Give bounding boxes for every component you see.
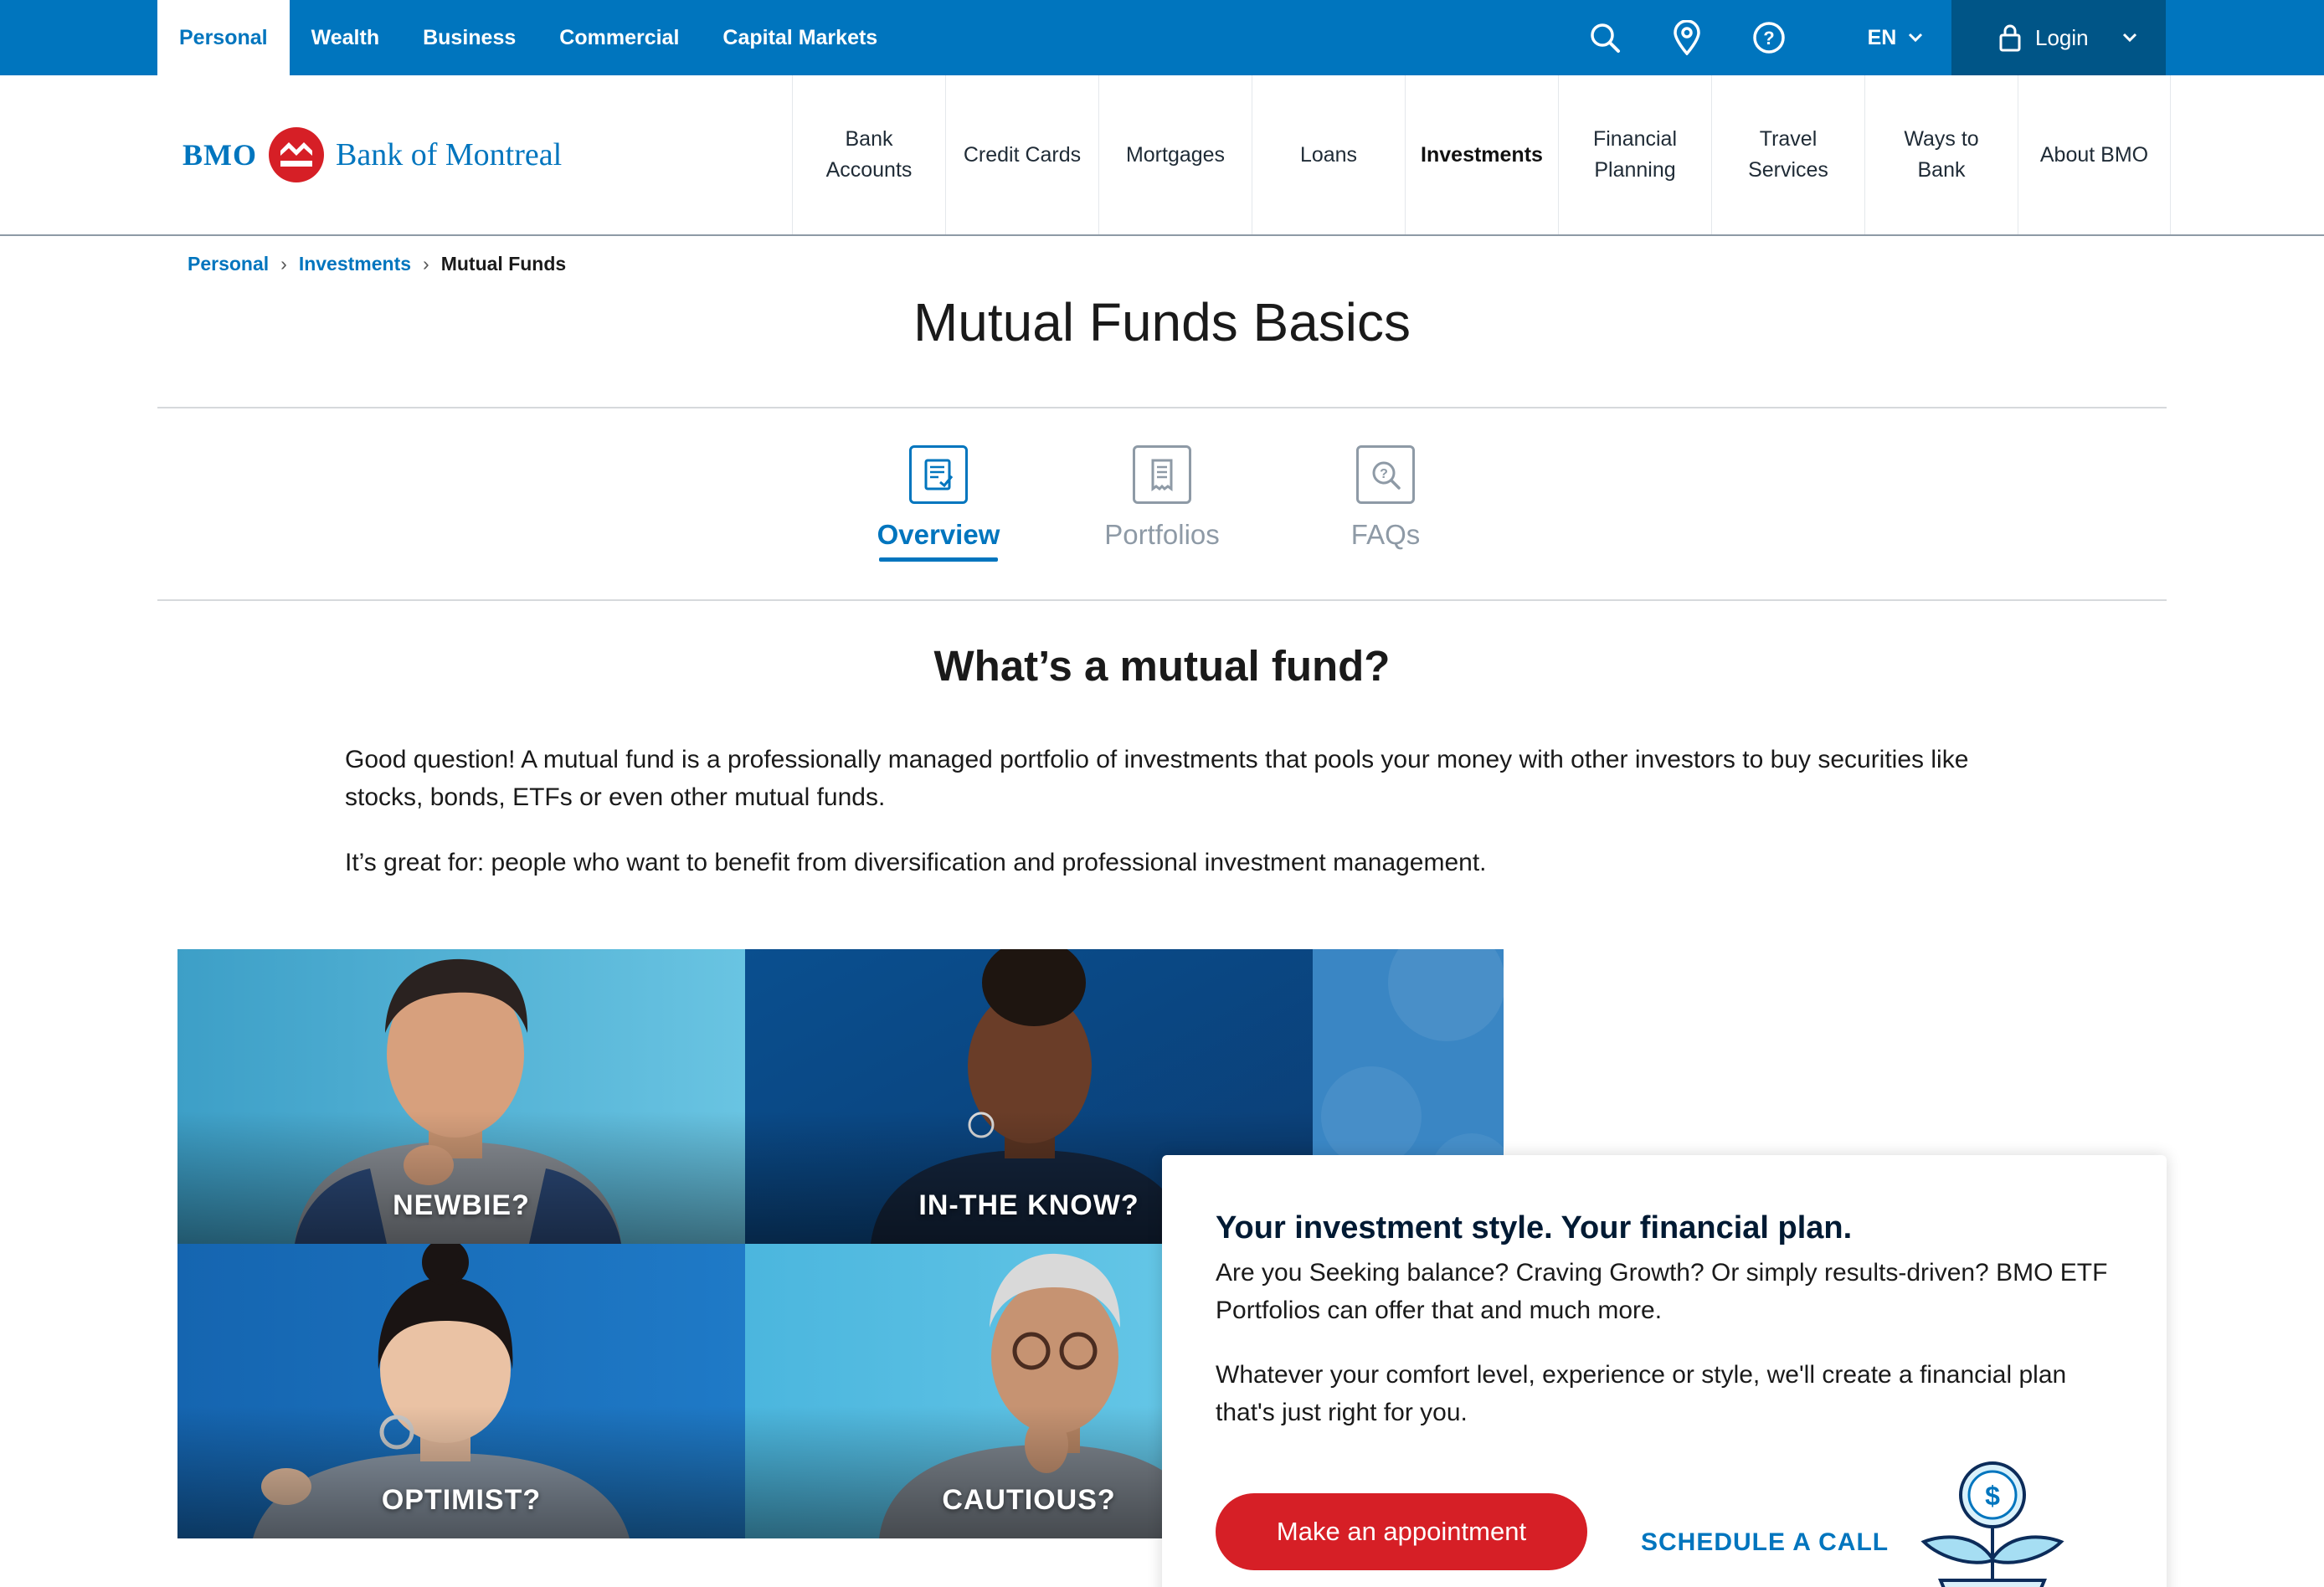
- nav-item-loans[interactable]: Loans: [1252, 75, 1405, 234]
- tab-label: FAQs: [1350, 519, 1421, 550]
- breadcrumb-link-investments[interactable]: Investments: [299, 253, 411, 275]
- divider: [157, 407, 2167, 408]
- make-appointment-button[interactable]: Make an appointment: [1216, 1493, 1587, 1570]
- segment-tab-personal[interactable]: Personal: [157, 0, 290, 75]
- segment-tab-business[interactable]: Business: [401, 0, 537, 75]
- logo-bank-name: Bank of Montreal: [336, 137, 563, 172]
- lock-icon: [1999, 24, 2021, 52]
- section-heading: What’s a mutual fund?: [933, 642, 1391, 690]
- chevron-right-icon: ›: [280, 252, 287, 275]
- segment-tab-wealth[interactable]: Wealth: [290, 0, 402, 75]
- product-nav: Bank Accounts Credit Cards Mortgages Loa…: [792, 75, 2171, 234]
- breadcrumb-current: Mutual Funds: [440, 252, 567, 275]
- bmo-logo[interactable]: BMO Bank of Montreal: [183, 126, 562, 184]
- tab-portfolios[interactable]: Portfolios: [1070, 445, 1254, 551]
- login-button[interactable]: Login: [1951, 0, 2166, 75]
- location-pin-icon[interactable]: [1666, 0, 1708, 75]
- breadcrumb: Personal › Investments › Mutual Funds: [188, 251, 566, 276]
- chevron-right-icon: ›: [423, 252, 429, 275]
- promo-title: Your investment style. Your financial pl…: [1216, 1210, 1853, 1245]
- nav-item-mortgages[interactable]: Mortgages: [1098, 75, 1252, 234]
- promo-paragraph: Are you Seeking balance? Craving Growth?…: [1216, 1259, 2108, 1324]
- svg-text:?: ?: [1380, 467, 1388, 481]
- segment-nav: Personal Wealth Business Commercial Capi…: [157, 0, 899, 75]
- help-icon[interactable]: ?: [1748, 0, 1790, 75]
- logo-wordmark: BMO: [183, 138, 257, 172]
- document-check-icon: [909, 445, 968, 504]
- chevron-down-icon: [2122, 33, 2136, 43]
- persona-tile-optimist: OPTIMIST?: [177, 1244, 745, 1538]
- tab-label: Overview: [877, 519, 1000, 550]
- tab-faqs[interactable]: ? FAQs: [1293, 445, 1478, 551]
- persona-caption: NEWBIE?: [393, 1189, 530, 1221]
- svg-text:$: $: [1985, 1481, 2000, 1511]
- intro-paragraph: Good question! A mutual fund is a profes…: [345, 746, 1969, 811]
- question-search-icon: ?: [1356, 445, 1415, 504]
- nav-item-financial-planning[interactable]: Financial Planning: [1558, 75, 1711, 234]
- chevron-down-icon: [1909, 33, 1923, 43]
- breadcrumb-link-personal[interactable]: Personal: [188, 253, 269, 275]
- promo-paragraph: Whatever your comfort level, experience …: [1216, 1361, 2067, 1426]
- segment-tab-capital-markets[interactable]: Capital Markets: [701, 0, 899, 75]
- schedule-call-link[interactable]: SCHEDULE A CALL: [1641, 1528, 1889, 1557]
- persona-caption: OPTIMIST?: [381, 1484, 542, 1516]
- language-label: EN: [1867, 25, 1897, 49]
- search-icon[interactable]: [1584, 0, 1626, 75]
- receipt-icon: [1133, 445, 1191, 504]
- segment-tab-commercial[interactable]: Commercial: [537, 0, 701, 75]
- money-plant-icon: $: [1920, 1461, 2064, 1587]
- main-header: BMO Bank of Montreal Bank Accounts Credi…: [0, 75, 2324, 236]
- nav-item-bank-accounts[interactable]: Bank Accounts: [792, 75, 945, 234]
- nav-item-investments[interactable]: Investments: [1405, 75, 1558, 234]
- top-utility-bar: Personal Wealth Business Commercial Capi…: [0, 0, 2324, 75]
- bmo-roundel-icon: [269, 127, 324, 182]
- persona-tile-newbie: NEWBIE?: [177, 949, 745, 1244]
- svg-text:?: ?: [1763, 28, 1774, 49]
- nav-item-travel-services[interactable]: Travel Services: [1711, 75, 1864, 234]
- nav-item-about-bmo[interactable]: About BMO: [2018, 75, 2171, 234]
- tab-overview[interactable]: Overview: [846, 445, 1031, 562]
- page-title: Mutual Funds Basics: [913, 292, 1411, 352]
- active-tab-indicator: [879, 557, 998, 562]
- login-label: Login: [2035, 24, 2089, 50]
- nav-item-credit-cards[interactable]: Credit Cards: [945, 75, 1098, 234]
- tab-label: Portfolios: [1104, 519, 1220, 550]
- promo-card: Your investment style. Your financial pl…: [1162, 1155, 2167, 1587]
- nav-item-ways-to-bank[interactable]: Ways to Bank: [1864, 75, 2018, 234]
- divider: [157, 599, 2167, 601]
- language-selector[interactable]: EN: [1854, 0, 1937, 75]
- intro-paragraph: It’s great for: people who want to benef…: [345, 849, 1487, 876]
